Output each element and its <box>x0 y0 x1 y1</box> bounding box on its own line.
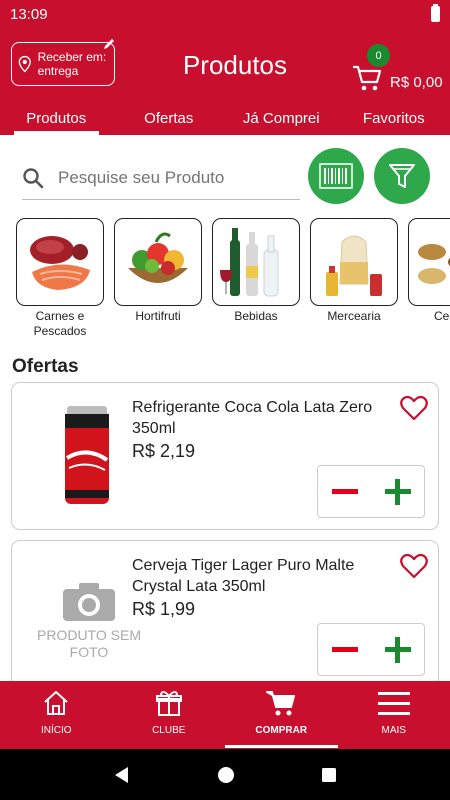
bottom-navigation: INÍCIO CLUBE COMPRAR MAIS <box>0 681 450 749</box>
tab-bar: Produtos Ofertas Já Comprei Favoritos <box>0 106 450 135</box>
home-circle-icon[interactable] <box>217 766 235 784</box>
vegetables-icon <box>128 232 188 283</box>
product-image <box>32 397 142 517</box>
product-card[interactable]: Refrigerante Coca Cola Lata Zero 350ml R… <box>11 382 439 530</box>
gift-icon <box>155 691 182 716</box>
cart-icon <box>266 691 296 716</box>
category-bebidas[interactable]: Bebidas <box>212 218 300 339</box>
category-cereais[interactable]: Cer Gr <box>408 218 450 339</box>
minus-icon[interactable] <box>330 635 360 665</box>
nav-comprar[interactable]: COMPRAR <box>225 681 338 749</box>
nav-label: INÍCIO <box>40 725 72 736</box>
minus-icon[interactable] <box>330 477 360 507</box>
tab-produtos[interactable]: Produtos <box>0 106 113 135</box>
category-label: Hortifruti <box>135 309 181 323</box>
category-image <box>16 218 104 306</box>
nav-clube[interactable]: CLUBE <box>113 681 226 749</box>
category-label: Cer Gr <box>434 309 450 323</box>
category-carnes[interactable]: Carnes e Pescados <box>16 218 104 339</box>
recents-icon[interactable] <box>321 767 337 783</box>
tab-favoritos[interactable]: Favoritos <box>338 106 450 135</box>
offers-title: Ofertas <box>12 356 79 377</box>
app-header: Receber em: entrega Produtos 0 R$ 0,00 <box>0 28 450 106</box>
menu-icon <box>377 692 410 715</box>
drinks-icon <box>220 228 279 297</box>
tab-ofertas[interactable]: Ofertas <box>113 106 226 135</box>
grains-icon <box>418 244 450 284</box>
system-nav-bar <box>0 749 450 800</box>
nav-label: COMPRAR <box>255 725 308 736</box>
nav-label: CLUBE <box>152 725 186 736</box>
category-label: Bebidas <box>234 309 278 323</box>
category-image <box>310 218 398 306</box>
product-name: Refrigerante Coca Cola Lata Zero 350ml <box>132 399 373 437</box>
coca-cola-can-image <box>65 406 109 504</box>
home-icon <box>44 691 68 715</box>
filter-icon <box>389 164 415 188</box>
pencil-icon <box>104 39 114 49</box>
product-image: PRODUTO SEM FOTO <box>34 561 144 681</box>
quantity-stepper <box>317 623 425 676</box>
barcode-scan-button[interactable] <box>308 148 364 204</box>
product-card[interactable]: PRODUTO SEM FOTO Cerveja Tiger Lager Pur… <box>11 540 439 690</box>
filter-button[interactable] <box>374 148 430 204</box>
favorite-heart-icon[interactable] <box>400 553 428 579</box>
category-hortifruti[interactable]: Hortifruti <box>114 218 202 339</box>
category-image <box>212 218 300 306</box>
category-label: Mercearia <box>327 309 381 323</box>
cart-total: R$ 0,00 <box>390 74 443 91</box>
nav-inicio[interactable]: INÍCIO <box>0 681 113 749</box>
product-name: Cerveja Tiger Lager Puro Malte Crystal L… <box>132 557 355 595</box>
back-icon[interactable] <box>113 766 131 784</box>
product-price: R$ 2,19 <box>132 441 196 461</box>
tab-ja-comprei[interactable]: Já Comprei <box>225 106 338 135</box>
category-label: Carnes e Pescados <box>33 309 87 338</box>
cart-count-badge: 0 <box>367 44 390 67</box>
search-input[interactable] <box>58 167 288 188</box>
category-image <box>408 218 450 306</box>
product-price: R$ 1,99 <box>132 599 196 619</box>
cart-icon[interactable] <box>352 64 382 92</box>
plus-icon[interactable] <box>383 635 413 665</box>
favorite-heart-icon[interactable] <box>400 395 428 421</box>
nav-mais[interactable]: MAIS <box>338 681 450 749</box>
meat-icon <box>30 236 90 290</box>
search-bar <box>22 156 300 200</box>
nav-label: MAIS <box>381 725 406 736</box>
quantity-stepper <box>317 465 425 518</box>
no-photo-label: PRODUTO SEM FOTO <box>37 627 141 660</box>
search-icon <box>23 167 44 188</box>
camera-icon <box>63 583 115 621</box>
category-carousel: Carnes e Pescados Hortifruti Bebidas Mer… <box>16 218 450 339</box>
status-bar: 13:09 <box>0 0 450 28</box>
barcode-icon <box>319 163 353 189</box>
category-mercearia[interactable]: Mercearia <box>310 218 398 339</box>
grocery-icon <box>326 235 382 296</box>
category-image <box>114 218 202 306</box>
battery-icon <box>431 4 440 22</box>
status-time: 13:09 <box>10 5 48 23</box>
plus-icon[interactable] <box>383 477 413 507</box>
